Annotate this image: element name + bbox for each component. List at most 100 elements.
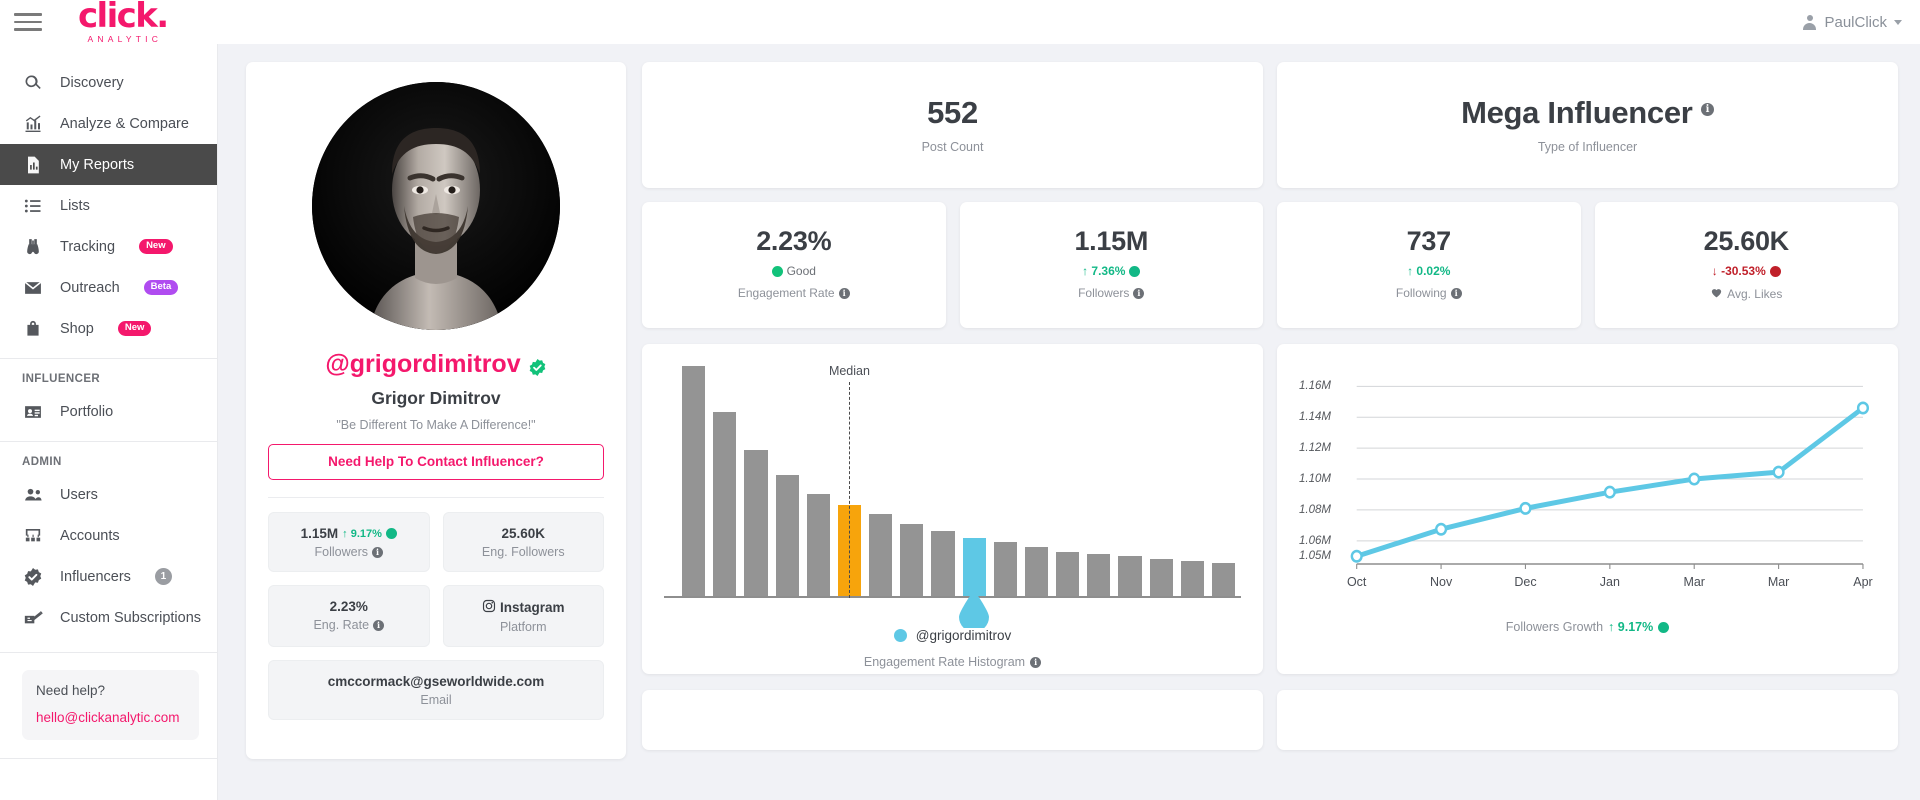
stat-label: Avg. Likes (1727, 287, 1783, 301)
list-icon (22, 195, 43, 216)
line-data-point (1350, 549, 1363, 563)
followers-growth-delta: ↑ 9.17% (1608, 620, 1653, 634)
stat-card: 2.23% Good Engagement Rate i (642, 202, 946, 328)
partial-card-right (1277, 690, 1898, 750)
info-icon[interactable]: i (838, 287, 850, 299)
hamburger-menu-icon[interactable] (14, 11, 42, 33)
search-icon (22, 72, 43, 93)
line-chart-svg (1350, 385, 1870, 569)
user-menu[interactable]: PaulClick (1802, 14, 1902, 31)
sidebar-item-lists[interactable]: Lists (0, 185, 217, 226)
sidebar-item-label: Custom Subscriptions (60, 609, 202, 626)
profile-stat-delta: ↑ 9.17% (342, 527, 382, 540)
info-icon[interactable]: i (385, 528, 397, 539)
profile-stat-label: Eng. Followers (481, 545, 565, 559)
highlight-droplet-icon (959, 590, 990, 632)
profile-stat-tile: Instagram Platform (442, 585, 604, 647)
histogram-bar (1087, 553, 1111, 598)
stat-value: 1.15M (1074, 226, 1149, 256)
info-icon[interactable]: i (1700, 102, 1714, 116)
cheque-icon (22, 607, 43, 628)
sidebar-item-label: Outreach (60, 279, 120, 296)
stat-card: 1.15M ↑ 7.36% i Followers i (959, 202, 1263, 328)
histogram-bar (1024, 546, 1049, 598)
sidebar-item-portfolio[interactable]: Portfolio (0, 391, 217, 432)
section-title-influencer: INFLUENCER (22, 373, 101, 385)
sidebar-item-influencers[interactable]: Influencers 1 (0, 556, 217, 597)
histogram-bar (900, 523, 924, 598)
profile-stat-value: 2.23% (329, 599, 368, 614)
followers-growth-caption: Followers Growth ↑ 9.17% i (1299, 620, 1876, 634)
y-axis-tick-label: 1.16M (1299, 380, 1331, 393)
person-icon (1802, 14, 1817, 30)
profile-photo (312, 82, 560, 330)
info-icon[interactable]: i (373, 619, 385, 631)
sidebar-item-label: Analyze & Compare (60, 115, 189, 132)
sidebar-item-outreach[interactable]: Outreach Beta (0, 267, 217, 308)
line-data-point (1603, 485, 1616, 499)
y-axis-tick-label: 1.06M (1299, 534, 1331, 547)
x-axis-tick-label: Mar (1767, 575, 1790, 589)
sidebar-item-analyze-compare[interactable]: Analyze & Compare (0, 103, 217, 144)
info-icon[interactable]: i (1769, 265, 1781, 277)
stat-label: Engagement Rate (737, 286, 835, 300)
median-line (849, 382, 851, 598)
sidebar-item-custom-subscriptions[interactable]: Custom Subscriptions (0, 597, 217, 638)
histogram-caption: Engagement Rate Histogram i (664, 655, 1241, 669)
sidebar-item-discovery[interactable]: Discovery (0, 62, 217, 103)
sidebar-item-label: Discovery (60, 74, 124, 91)
info-icon[interactable]: i (1129, 265, 1141, 277)
brand-tagline: ANALYTIC (87, 33, 163, 44)
info-icon[interactable]: i (1450, 287, 1462, 299)
profile-stat-tile: 2.23% Eng. Rate i (268, 585, 430, 647)
followers-growth-delta-value: 9.17% (1617, 620, 1654, 634)
instagram-icon (482, 599, 496, 616)
line-data-point (1772, 465, 1785, 479)
sidebar-item-accounts[interactable]: Accounts (0, 515, 217, 556)
help-box: Need help? hello@clickanalytic.com (22, 670, 199, 740)
sidebar-item-users[interactable]: Users (0, 474, 217, 515)
profile-stat-label: Platform (499, 620, 547, 634)
brand-logo[interactable]: click. ANALYTIC (78, 0, 169, 44)
line-data-point (1519, 501, 1532, 515)
users-icon (22, 484, 43, 505)
histogram-bar (1118, 556, 1142, 598)
verified-badge-icon (528, 355, 547, 377)
profile-stat-label: Followers (314, 545, 369, 559)
info-icon[interactable]: i (1658, 621, 1670, 633)
stat-status: Good (786, 264, 816, 278)
y-axis-tick-label: 1.05M (1299, 550, 1331, 563)
arrow-up-icon: ↑ (1608, 620, 1615, 634)
avatar-image (312, 82, 560, 330)
sidebar-item-shop[interactable]: Shop New (0, 308, 217, 349)
heart-icon (1710, 286, 1723, 302)
partial-card-left (642, 690, 1263, 750)
stat-delta: ↑ 0.02% (1407, 264, 1451, 278)
info-icon[interactable]: i (372, 546, 383, 558)
contact-influencer-button[interactable]: Need Help To Contact Influencer? (268, 444, 604, 480)
influencer-handle[interactable]: @grigordimitrov (268, 350, 604, 379)
sidebar-item-label: Users (60, 486, 98, 503)
histogram-bar (775, 475, 799, 598)
info-icon[interactable]: i (1030, 656, 1042, 668)
y-axis-tick-label: 1.12M (1299, 442, 1331, 455)
sidebar-item-tracking[interactable]: Tracking New (0, 226, 217, 267)
info-icon[interactable]: i (1133, 287, 1145, 299)
handle-text: @grigordimitrov (325, 350, 521, 378)
x-axis-tick-label: Dec (1514, 575, 1537, 589)
histogram-bars (682, 366, 1236, 598)
stat-card: 552 Post Count (642, 62, 1263, 188)
sidebar-item-label: Lists (60, 197, 90, 214)
binoculars-icon (22, 236, 43, 257)
histogram-bar (931, 530, 955, 598)
sidebar: Discovery Analyze & Compare My Reports List… (0, 44, 218, 800)
top-bar: click. ANALYTIC PaulClick (0, 0, 1920, 44)
section-title-admin: ADMIN (22, 456, 62, 468)
help-email-link[interactable]: hello@clickanalytic.com (36, 710, 185, 725)
y-axis-tick-label: 1.10M (1299, 473, 1331, 486)
stat-value: 25.60K (1703, 226, 1790, 256)
stat-card: 25.60K ↓ -30.53% i Avg. Likes (1594, 202, 1898, 328)
sidebar-item-my-reports[interactable]: My Reports (0, 144, 217, 185)
sidebar-item-label: My Reports (60, 156, 135, 173)
stat-value: 552 (927, 95, 978, 130)
